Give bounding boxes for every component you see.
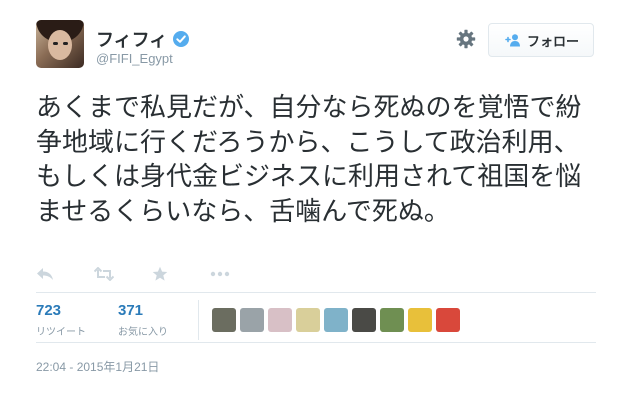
favoriter-avatar-4[interactable] [296,308,320,332]
retweet-button[interactable] [94,265,114,283]
user-handle[interactable]: @FIFI_Egypt [96,51,173,66]
favoriter-avatar-7[interactable] [380,308,404,332]
favoriter-avatar-3[interactable] [268,308,292,332]
verified-badge-icon [173,31,190,47]
favoriter-avatar-1[interactable] [212,308,236,332]
favoriter-avatar-6[interactable] [352,308,376,332]
reply-button[interactable] [36,265,56,283]
favoriter-avatar-5[interactable] [324,308,348,332]
avatar-eye [53,42,58,45]
gear-icon[interactable] [456,29,476,49]
favorite-stat[interactable]: 371 お気に入り [118,302,168,338]
more-button[interactable] [210,265,230,283]
favorite-button[interactable] [152,265,172,283]
follow-button[interactable]: フォロー [488,23,594,57]
retweet-label: リツイート [36,327,86,338]
retweet-count[interactable]: 723 [36,302,86,319]
favoriter-avatar-2[interactable] [240,308,264,332]
user-name[interactable]: フィフィ [96,26,167,52]
retweet-stat[interactable]: 723 リツイート [36,302,86,338]
favoriter-avatar-9[interactable] [436,308,460,332]
more-icon [210,271,230,277]
profile-avatar[interactable] [36,20,84,68]
reply-icon [37,268,53,280]
stats-bottom-divider [36,342,596,343]
retweet-icon [94,267,114,281]
favorite-count[interactable]: 371 [118,302,168,319]
stats-vertical-divider [198,300,199,340]
avatar-eye [63,42,68,45]
avatar-face [48,30,72,60]
follow-button-label: フォロー [526,33,579,49]
favoriter-avatar-8[interactable] [408,308,432,332]
favorite-label: お気に入り [118,327,168,338]
tweet-timestamp[interactable]: 22:04 - 2015年1月21日 [36,358,159,375]
stats-top-divider [36,292,596,293]
add-user-icon [505,34,520,47]
tweet-text: あくまで私見だが、自分なら死ぬのを覚悟で紛争地域に行くだろうから、こうして政治利… [36,92,582,226]
tweet-actions [36,262,268,286]
favoriter-avatars [212,308,460,332]
favorite-icon [152,266,168,281]
user-name-row: フィフィ [96,26,190,52]
